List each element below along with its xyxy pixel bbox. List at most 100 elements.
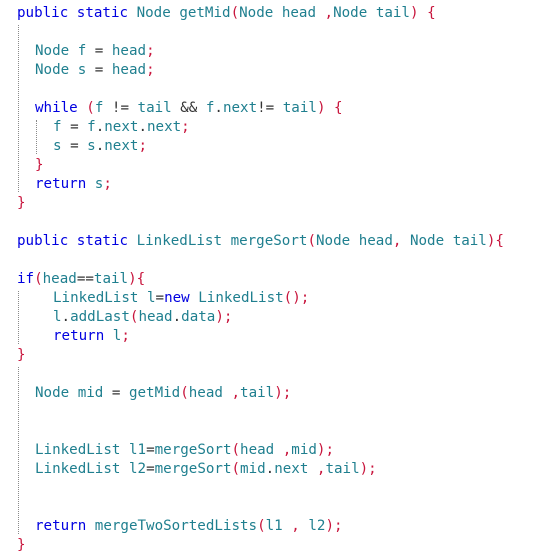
code-token: next xyxy=(222,100,258,116)
code-line[interactable]: } xyxy=(35,156,44,175)
code-token: ; xyxy=(121,328,130,344)
code-line[interactable]: f = f.next.next; xyxy=(53,118,190,137)
code-token: new xyxy=(164,290,190,306)
code-line[interactable]: return s; xyxy=(35,175,112,194)
code-token: = xyxy=(61,119,88,135)
code-token: head xyxy=(358,233,393,249)
code-line[interactable]: } xyxy=(17,346,26,365)
code-token: head xyxy=(111,43,147,59)
code-line[interactable]: s = s.next; xyxy=(53,137,147,156)
code-token: , xyxy=(282,518,309,534)
code-token: head xyxy=(188,385,223,401)
code-token: while xyxy=(35,100,78,116)
code-token: ; xyxy=(103,176,112,192)
code-token: ( xyxy=(257,518,266,534)
code-line[interactable]: return mergeTwoSortedLists(l1 , l2); xyxy=(35,517,343,536)
code-line[interactable]: if(head==tail){ xyxy=(17,270,145,289)
code-token: != xyxy=(257,100,283,116)
indent-guide xyxy=(18,291,19,344)
code-token: mergeSort xyxy=(154,442,232,458)
code-token: ) xyxy=(128,271,137,287)
code-token: ( xyxy=(231,461,241,477)
code-token: ; xyxy=(181,119,190,135)
code-token: f xyxy=(87,119,96,135)
code-token: ( xyxy=(307,233,316,249)
code-line[interactable]: public static Node getMid(Node head ,Nod… xyxy=(17,4,436,23)
code-token: static xyxy=(76,5,129,21)
code-token: Node xyxy=(239,5,274,21)
code-token: ; xyxy=(138,138,147,154)
code-token: . xyxy=(95,119,105,135)
code-token: mid xyxy=(77,385,104,401)
code-token: addLast xyxy=(70,309,130,325)
code-token: next xyxy=(146,119,182,135)
code-token: } xyxy=(17,537,26,553)
code-token: next xyxy=(104,119,139,135)
code-token: l2 xyxy=(128,461,147,477)
code-line[interactable]: l.addLast(head.data); xyxy=(53,308,232,327)
code-token: ; xyxy=(146,43,155,59)
indent-guide xyxy=(18,367,19,534)
code-token: tail xyxy=(240,385,275,401)
code-token: && xyxy=(171,100,206,116)
code-line[interactable]: while (f != tail && f.next!= tail) { xyxy=(35,99,343,118)
code-token: , xyxy=(222,385,241,401)
code-line[interactable]: public static LinkedList mergeSort(Node … xyxy=(17,232,504,251)
code-line[interactable]: LinkedList l1=mergeSort(head ,mid); xyxy=(35,441,334,460)
code-token: tail xyxy=(137,100,172,116)
code-token: . xyxy=(138,119,147,135)
code-line[interactable]: Node f = head; xyxy=(35,42,155,61)
code-token: s xyxy=(87,138,96,154)
code-token: LinkedList xyxy=(198,290,284,306)
code-editor-view[interactable]: public static Node getMid(Node head ,Nod… xyxy=(0,0,556,554)
code-line[interactable]: } xyxy=(17,194,26,213)
code-token: (); xyxy=(283,290,310,306)
code-token: mid xyxy=(291,442,317,458)
code-token: head xyxy=(240,442,275,458)
code-token: f xyxy=(53,119,62,135)
code-line[interactable]: LinkedList l=new LinkedList(); xyxy=(53,289,309,308)
code-token: tail xyxy=(93,271,129,287)
code-token: head xyxy=(42,271,77,287)
code-token: head xyxy=(281,5,316,21)
code-token: { xyxy=(334,100,343,116)
code-token: ( xyxy=(86,100,95,116)
code-token: f xyxy=(77,43,87,59)
code-token: Node xyxy=(35,62,70,78)
code-token: mid xyxy=(240,461,266,477)
indent-guide xyxy=(36,120,37,154)
code-line[interactable]: LinkedList l2=mergeSort(mid.next ,tail); xyxy=(35,460,377,479)
code-token: public xyxy=(17,233,69,249)
code-token: = xyxy=(146,442,155,458)
code-token: tail xyxy=(452,233,487,249)
code-token: ( xyxy=(231,442,241,458)
code-token: l xyxy=(146,290,156,306)
code-token: . xyxy=(265,461,275,477)
code-token: , xyxy=(316,5,334,21)
code-token: data xyxy=(181,309,216,325)
code-token: ( xyxy=(230,5,240,21)
code-token: , xyxy=(308,461,326,477)
code-line[interactable]: Node s = head; xyxy=(35,61,155,80)
code-line[interactable]: Node mid = getMid(head ,tail); xyxy=(35,384,291,403)
code-line[interactable]: return l; xyxy=(53,327,130,346)
code-token: = xyxy=(155,290,165,306)
code-token: return xyxy=(53,328,105,344)
code-line[interactable]: } xyxy=(17,536,26,555)
code-token: mergeSort xyxy=(154,461,232,477)
code-token: , xyxy=(392,233,410,249)
code-token: Node xyxy=(136,5,171,21)
code-token: } xyxy=(17,195,26,211)
code-token: l1 xyxy=(128,442,147,458)
code-token: == xyxy=(76,271,94,287)
